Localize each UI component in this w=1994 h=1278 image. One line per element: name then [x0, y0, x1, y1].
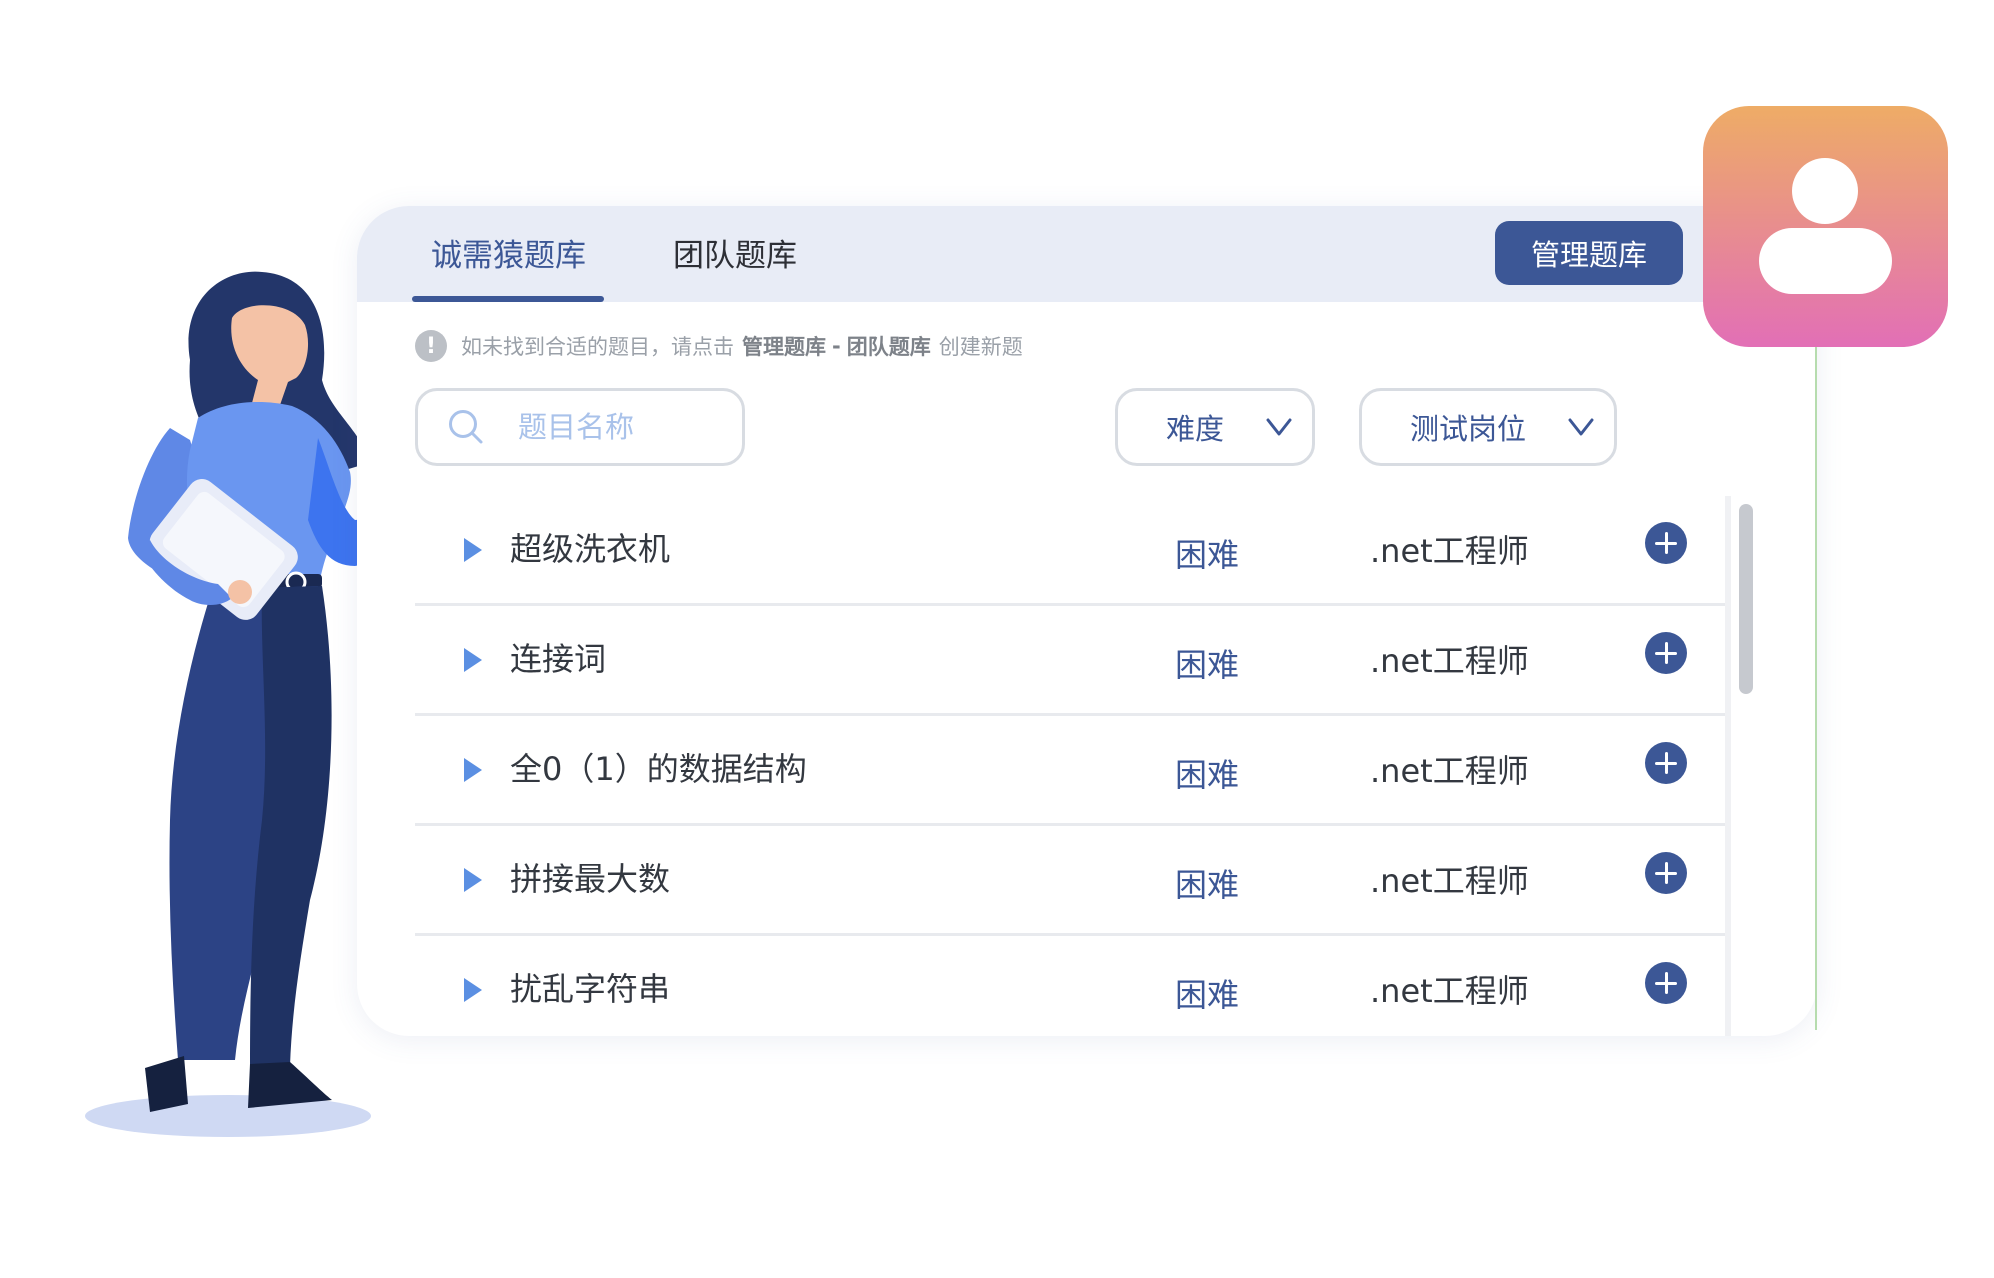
user-avatar-tile[interactable]	[1703, 106, 1948, 347]
caret-right-icon[interactable]	[464, 648, 482, 672]
notice-suffix: 创建新题	[938, 335, 1023, 359]
question-position: .net工程师	[1370, 972, 1529, 1010]
question-bank-panel: 诚需猿题库 团队题库 管理题库 ! 如未找到合适的题目，请点击 管理题库 - 团…	[357, 206, 1817, 1036]
caret-right-icon[interactable]	[464, 538, 482, 562]
tab-bar: 诚需猿题库 团队题库 管理题库	[357, 206, 1817, 302]
connector-line	[1815, 340, 1817, 1030]
table-row[interactable]: 拼接最大数 困难 .net工程师	[415, 826, 1729, 936]
question-name: 扰乱字符串	[510, 970, 671, 1008]
table-row[interactable]: 连接词 困难 .net工程师	[415, 606, 1729, 716]
difficulty-select[interactable]: 难度	[1115, 388, 1315, 466]
notice-separator: -	[832, 334, 841, 358]
active-tab-indicator	[412, 296, 604, 302]
plus-circle-icon[interactable]	[1645, 962, 1687, 1004]
scrollbar-thumb[interactable]	[1739, 504, 1753, 694]
manage-bank-button[interactable]: 管理题库	[1495, 221, 1683, 285]
chevron-down-icon	[1568, 418, 1594, 436]
question-name: 全0（1）的数据结构	[510, 750, 807, 788]
question-position: .net工程师	[1370, 752, 1529, 790]
difficulty-select-label: 难度	[1166, 412, 1225, 446]
question-difficulty: 困难	[1175, 536, 1240, 574]
question-name: 拼接最大数	[510, 860, 671, 898]
question-name: 超级洗衣机	[510, 530, 671, 568]
table-row[interactable]: 超级洗衣机 困难 .net工程师	[415, 496, 1729, 606]
plus-circle-icon[interactable]	[1645, 852, 1687, 894]
notice-link-team[interactable]: 团队题库	[847, 331, 931, 361]
plus-circle-icon[interactable]	[1645, 632, 1687, 674]
tab-chengxuyuan-bank[interactable]: 诚需猿题库	[431, 230, 586, 275]
user-icon	[1759, 158, 1892, 294]
notice-link-manage[interactable]: 管理题库	[742, 331, 826, 361]
notice-prefix: 如未找到合适的题目，请点击	[461, 335, 734, 359]
chevron-down-icon	[1266, 418, 1292, 436]
caret-right-icon[interactable]	[464, 758, 482, 782]
position-select[interactable]: 测试岗位	[1359, 388, 1617, 466]
notice-banner: ! 如未找到合适的题目，请点击 管理题库 - 团队题库 创建新题	[415, 328, 1023, 364]
question-position: .net工程师	[1370, 862, 1529, 900]
scrollbar-track[interactable]	[1725, 496, 1731, 1036]
question-difficulty: 困难	[1175, 976, 1240, 1014]
question-position: .net工程师	[1370, 642, 1529, 680]
question-difficulty: 困难	[1175, 646, 1240, 684]
search-icon	[449, 410, 483, 444]
search-input[interactable]	[516, 409, 740, 445]
caret-right-icon[interactable]	[464, 868, 482, 892]
table-row[interactable]: 全0（1）的数据结构 困难 .net工程师	[415, 716, 1729, 826]
position-select-label: 测试岗位	[1410, 412, 1527, 446]
search-box[interactable]	[415, 388, 745, 466]
plus-circle-icon[interactable]	[1645, 522, 1687, 564]
question-name: 连接词	[510, 640, 607, 678]
question-difficulty: 困难	[1175, 756, 1240, 794]
tab-team-bank[interactable]: 团队题库	[673, 230, 797, 275]
plus-circle-icon[interactable]	[1645, 742, 1687, 784]
caret-right-icon[interactable]	[464, 978, 482, 1002]
question-difficulty: 困难	[1175, 866, 1240, 904]
question-position: .net工程师	[1370, 532, 1529, 570]
exclamation-icon: !	[415, 330, 447, 362]
table-row[interactable]: 扰乱字符串 困难 .net工程师	[415, 936, 1729, 1036]
